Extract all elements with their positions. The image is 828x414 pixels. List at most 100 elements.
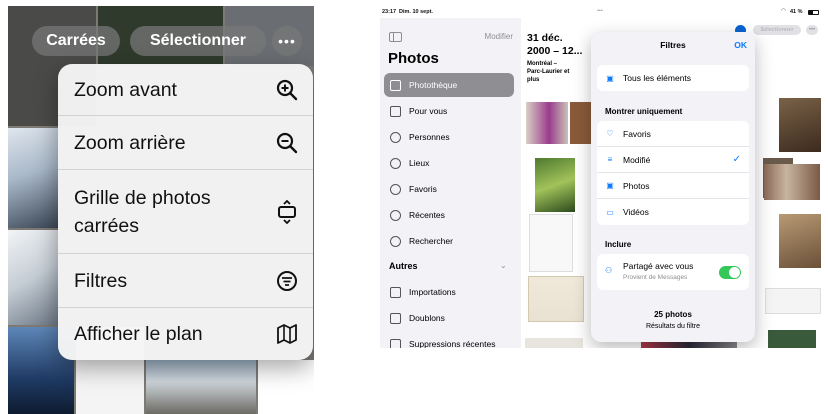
filter-edited[interactable]: ≡ Modifié ✓ [597,147,749,173]
filter-label: Modifié [623,154,651,165]
menu-item-show-map[interactable]: Afficher le plan [58,308,313,360]
filter-label: Vidéos [623,207,649,217]
photo-tile[interactable] [258,360,314,414]
photo-tile[interactable] [570,102,592,144]
more-options-button[interactable]: ••• [806,25,818,35]
filter-label: Favoris [623,128,651,139]
shared-with-you-subtitle: Provient de Messages [623,274,688,281]
photo-tile[interactable] [525,338,583,348]
menu-item-label: Zoom avant [74,78,177,101]
show-only-header: Montrer uniquement [605,107,683,116]
shared-with-you-label: Partagé avec vous [623,261,694,271]
photo-library-icon: ▣ [606,73,614,83]
sidebar-item-label: Favoris [409,184,437,194]
sidebar-item-favorites[interactable]: Favoris [384,177,514,201]
menu-item-label: Zoom arrière [74,131,186,154]
sidebar-item-people[interactable]: Personnes [384,125,514,149]
photo-tile[interactable] [765,288,821,314]
filter-label: Photos [623,180,650,191]
popover-title: Filtres [660,40,686,50]
filter-label: Tous les éléments [623,73,692,83]
all-items-card: ▣ Tous les éléments [597,65,749,91]
select-button[interactable]: Sélectionner [753,25,801,35]
menu-item-filters[interactable]: Filtres [58,254,313,308]
sidebar-item-recent[interactable]: Récentes [384,203,514,227]
battery-icon [808,10,819,15]
menu-item-zoom-out[interactable]: Zoom arrière [58,116,313,170]
aspect-ratio-icon [275,199,299,224]
photo-tile[interactable] [146,360,256,414]
photo-tile[interactable] [535,158,575,212]
edit-icon: ≡ [607,155,613,164]
sidebar-section-other[interactable]: Autres [389,261,418,271]
view-options-menu: Zoom avant Zoom arrière Grille de photos… [58,64,313,360]
photo-tile[interactable] [779,98,821,152]
photo-library-icon [390,79,401,91]
menu-item-square-grid[interactable]: Grille de photos carrées [58,170,313,254]
people-icon [390,131,401,143]
sidebar-item-label: Doublons [409,313,445,323]
include-card: ⚇ Partagé avec vous Provient de Messages [597,254,749,290]
sidebar-item-label: Photothèque [409,80,458,90]
filter-all-items[interactable]: ▣ Tous les éléments [597,65,749,91]
photo-tile[interactable] [764,164,820,200]
zoom-in-icon [275,78,299,102]
sidebar-item-label: Pour vous [409,106,448,116]
filters-popover: Filtres OK ▣ Tous les éléments Montrer un… [591,32,755,342]
sidebar-item-label: Personnes [409,132,450,142]
sidebar-item-label: Importations [409,287,456,297]
shared-with-you-toggle[interactable] [719,266,741,279]
shared-people-icon: ⚇ [605,266,613,275]
photo-tile[interactable] [528,276,584,322]
square-grid-button[interactable]: Carrées [32,26,120,56]
clock-icon [390,209,401,221]
places-icon [390,157,401,169]
sidebar-item-label: Récentes [409,210,445,220]
duplicate-icon [390,312,401,324]
menu-item-label: Afficher le plan [74,323,203,345]
sidebar: Modifier Photos Photothèque Pour vous Pe… [380,18,521,348]
status-date: Dim. 10 sept. [399,9,433,15]
trash-icon [390,338,401,348]
status-time: 23:17 [382,9,397,15]
include-header: Inclure [605,240,632,249]
for-you-icon [390,105,401,117]
screenshot-composite: Carrées Sélectionner ••• Zoom avant Zoom… [0,0,828,414]
sidebar-item-search[interactable]: Rechercher [384,229,514,253]
show-only-card: ♡ Favoris ≡ Modifié ✓ ▣ Photos ▭ Vidéos [597,121,749,225]
menu-item-zoom-in[interactable]: Zoom avant [58,64,313,116]
filter-results-label: Résultats du filtre [645,323,701,330]
sidebar-item-imports[interactable]: Importations [384,280,514,304]
filter-result-count: 25 photos [654,310,692,319]
chevron-down-icon[interactable]: ⌄ [500,261,507,270]
photo-icon: ▣ [606,181,614,190]
filter-photos[interactable]: ▣ Photos [597,173,749,199]
filter-favorites[interactable]: ♡ Favoris [597,121,749,147]
menu-item-label: Filtres [74,269,128,292]
sidebar-item-label: Suppressions récentes [409,339,496,348]
photo-tile[interactable] [8,230,58,325]
sidebar-item-duplicates[interactable]: Doublons [384,306,514,330]
sidebar-item-recently-deleted[interactable]: Suppressions récentes [384,332,514,348]
photo-tile[interactable] [529,214,573,272]
photo-tile[interactable] [526,102,568,144]
ok-button[interactable]: OK [734,40,747,50]
sidebar-item-library[interactable]: Photothèque [384,73,514,97]
sidebar-item-places[interactable]: Lieux [384,151,514,175]
menu-item-label: Grille de photos carrées [74,186,211,237]
heart-icon: ♡ [606,129,614,138]
status-bar: 23:17 Dim. 10 sept. ••• ◠ 41 % [380,6,826,18]
photo-tile[interactable] [768,330,816,348]
edit-button[interactable]: Modifier [485,32,513,41]
zoomed-photos-menu-panel: Carrées Sélectionner ••• Zoom avant Zoom… [8,6,314,414]
sidebar-item-label: Lieux [409,158,430,168]
photo-tile[interactable] [779,214,821,268]
photo-tile[interactable] [8,128,58,228]
filter-videos[interactable]: ▭ Vidéos [597,199,749,225]
page-title: Photos [388,50,439,67]
sidebar-toggle-icon[interactable] [389,32,402,42]
sidebar-item-for-you[interactable]: Pour vous [384,99,514,123]
select-button[interactable]: Sélectionner [130,26,266,56]
more-options-button[interactable]: ••• [272,26,302,56]
multitask-dots[interactable]: ••• [597,8,603,14]
